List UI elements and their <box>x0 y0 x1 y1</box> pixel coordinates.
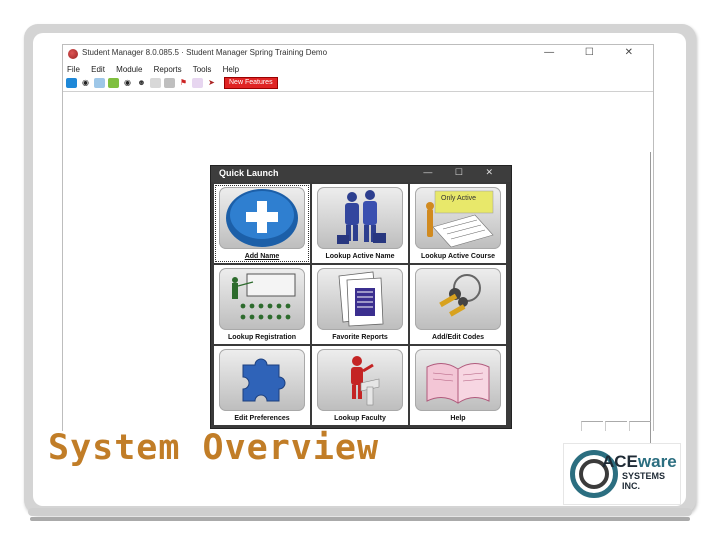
keyboard-icon[interactable] <box>164 78 175 88</box>
tile-label: Lookup Registration <box>227 334 297 341</box>
grid-green-icon[interactable] <box>108 78 119 88</box>
logo-ace-text: ACE <box>602 452 638 471</box>
student-manager-window: Student Manager 8.0.085.5 · Student Mana… <box>62 44 654 452</box>
tile-label: Add Name <box>244 253 280 260</box>
slide-heading: System Overview <box>48 428 380 468</box>
flag-icon[interactable]: ⚑ <box>178 78 189 88</box>
app-title: Student Manager 8.0.085.5 · Student Mana… <box>82 48 328 57</box>
quick-launch-grid: Add Name Lookup Active Name Only Active … <box>214 184 508 425</box>
tile-help[interactable]: Help <box>410 346 506 425</box>
tile-label: Lookup Active Name <box>325 253 395 260</box>
window-controls[interactable]: — ☐ ✕ <box>544 47 647 58</box>
user-icon[interactable]: ☻ <box>136 78 147 88</box>
only-active-badge: Only Active <box>441 195 477 202</box>
add-plus-icon <box>219 187 305 249</box>
app-client-area: Quick Launch — ☐ ✕ Add Name Lookup Activ… <box>63 91 653 452</box>
slide-bottom-shadow <box>30 517 690 521</box>
tile-label: Edit Preferences <box>234 415 290 422</box>
tile-lookup-faculty[interactable]: Lookup Faculty <box>312 346 408 425</box>
logo-wordmark: ACEware <box>602 452 677 472</box>
status-bar <box>581 421 651 431</box>
quick-launch-window: Quick Launch — ☐ ✕ Add Name Lookup Activ… <box>210 165 512 429</box>
logo-inc-text: INC. <box>622 481 640 491</box>
logo-ware-text: ware <box>637 452 677 471</box>
new-features-button[interactable]: New Features <box>224 77 278 89</box>
grid-icon[interactable] <box>66 78 77 88</box>
menu-file[interactable]: File <box>67 65 80 74</box>
binoculars-icon[interactable]: ◉ <box>80 78 91 88</box>
menu-module[interactable]: Module <box>116 65 142 74</box>
tile-label: Lookup Active Course <box>420 253 496 260</box>
quick-launch-title-bar: Quick Launch — ☐ ✕ <box>211 166 511 182</box>
logo-subtext: SYSTEMS INC. <box>622 471 665 491</box>
tile-label: Help <box>450 415 466 422</box>
tile-lookup-active-name[interactable]: Lookup Active Name <box>312 184 408 263</box>
slide-bottom-bar <box>28 508 692 516</box>
tile-add-edit-codes[interactable]: Add/Edit Codes <box>410 265 506 344</box>
menu-help[interactable]: Help <box>223 65 239 74</box>
print-icon[interactable] <box>150 78 161 88</box>
quick-launch-title: Quick Launch <box>219 168 279 178</box>
people-icon <box>317 187 403 249</box>
active-course-icon: Only Active <box>415 187 501 249</box>
logo-systems-text: SYSTEMS <box>622 471 666 481</box>
classroom-icon <box>219 268 305 330</box>
keys-icon <box>415 268 501 330</box>
tile-add-name[interactable]: Add Name <box>214 184 310 263</box>
reports-icon <box>317 268 403 330</box>
layout-icon[interactable] <box>94 78 105 88</box>
chart-icon[interactable] <box>192 78 203 88</box>
aceware-logo: ACEware SYSTEMS INC. <box>563 443 681 505</box>
faculty-icon <box>317 349 403 411</box>
tile-lookup-active-course[interactable]: Only Active Lookup Active Course <box>410 184 506 263</box>
menu-edit[interactable]: Edit <box>91 65 105 74</box>
app-logo-icon <box>68 49 78 59</box>
app-title-bar: Student Manager 8.0.085.5 · Student Mana… <box>63 45 653 63</box>
tile-label: Lookup Faculty <box>334 415 386 422</box>
toolbar: ◉ ◉ ☻ ⚑ ➤ New Features <box>66 76 278 90</box>
puzzle-icon <box>219 349 305 411</box>
tile-lookup-registration[interactable]: Lookup Registration <box>214 265 310 344</box>
binoculars-icon[interactable]: ◉ <box>122 78 133 88</box>
tile-label: Favorite Reports <box>332 334 388 341</box>
menu-reports[interactable]: Reports <box>154 65 182 74</box>
client-divider <box>650 152 651 452</box>
tile-edit-preferences[interactable]: Edit Preferences <box>214 346 310 425</box>
book-icon <box>415 349 501 411</box>
export-icon[interactable]: ➤ <box>206 78 217 88</box>
quick-launch-controls[interactable]: — ☐ ✕ <box>423 167 503 178</box>
tile-label: Add/Edit Codes <box>431 334 485 341</box>
menu-tools[interactable]: Tools <box>193 65 212 74</box>
tile-favorite-reports[interactable]: Favorite Reports <box>312 265 408 344</box>
